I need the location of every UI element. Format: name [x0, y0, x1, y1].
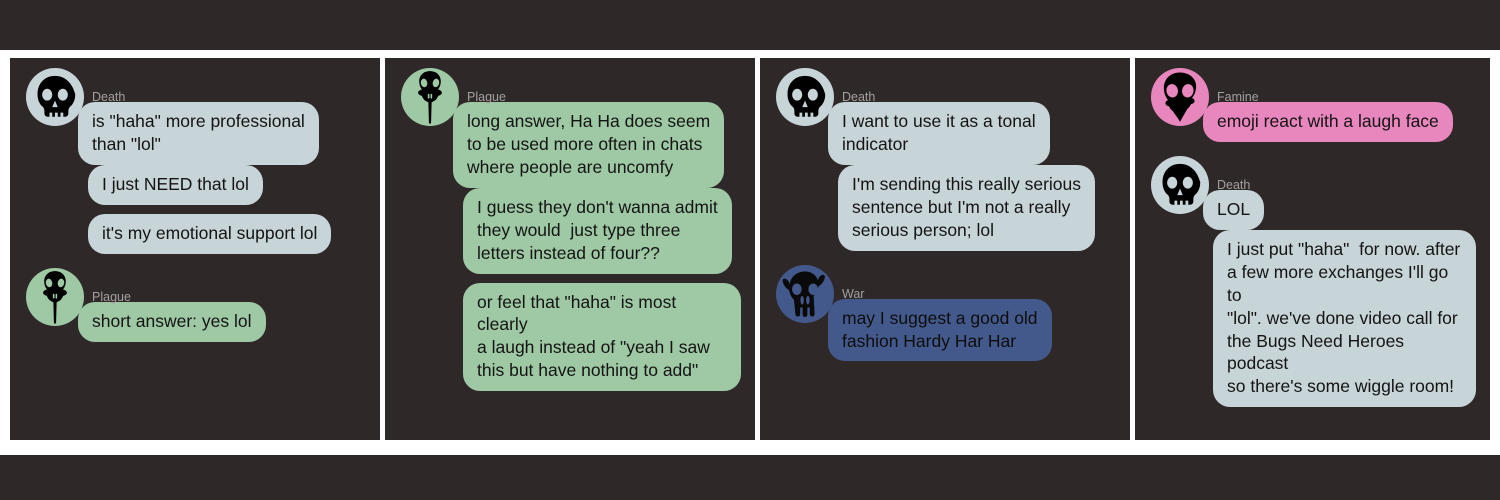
message-row: Death I want to use it as a tonal indicat… [776, 68, 1116, 165]
message-bubble[interactable]: I want to use it as a tonal indicator [828, 102, 1050, 165]
avatar-death[interactable] [1151, 155, 1209, 214]
sender-name: Plague [467, 90, 506, 104]
bottom-divider [0, 440, 1500, 455]
message-row: Death LOL [1151, 155, 1476, 230]
message-bubble[interactable]: I just put "haha" for now. after a few m… [1213, 229, 1476, 408]
message-bubble[interactable]: long answer, Ha Ha does seem to be used … [453, 102, 725, 188]
chat-panel-4: Famine emoji react with a laugh face Death… [1135, 58, 1490, 440]
message-bubble[interactable]: LOL [1203, 189, 1265, 230]
message-row: or feel that "haha" is most clearly a la… [401, 282, 741, 392]
message-row: Death is "haha" more professional than "l… [26, 68, 366, 165]
message-row: Plague long answer, Ha Ha does seem to be… [401, 68, 741, 188]
message-bubble[interactable]: may I suggest a good old fashion Hardy H… [828, 298, 1052, 362]
avatar-death[interactable] [776, 68, 834, 126]
message-row: I guess they don't wanna admit they woul… [401, 187, 741, 274]
avatar-death[interactable] [26, 68, 84, 126]
crow-skull-icon [1158, 71, 1202, 123]
bird-skull-icon [410, 70, 450, 124]
message-bubble[interactable]: I just NEED that lol [88, 164, 263, 205]
sender-name: War [842, 286, 865, 301]
human-skull-icon [32, 74, 78, 120]
message-row: Famine emoji react with a laugh face [1151, 68, 1476, 142]
message-bubble[interactable]: or feel that "haha" is most clearly a la… [463, 282, 741, 392]
avatar-plague[interactable] [26, 267, 84, 326]
human-skull-icon [1157, 162, 1203, 208]
message-bubble[interactable]: emoji react with a laugh face [1203, 102, 1453, 142]
sender-name: Death [842, 90, 876, 104]
screenshot-root: Death is "haha" more professional than "l… [0, 0, 1500, 500]
message-bubble[interactable]: it's my emotional support lol [88, 213, 332, 254]
message-row: I just put "haha" for now. after a few m… [1151, 229, 1476, 408]
message-bubble[interactable]: is "haha" more professional than "lol" [78, 102, 319, 165]
sender-name: Death [1217, 177, 1251, 192]
message-row: I just NEED that lol [26, 164, 366, 205]
message-row: Plague short answer: yes lol [26, 267, 366, 342]
message-row: I'm sending this really serious sentence… [776, 164, 1116, 251]
avatar-plague[interactable] [401, 68, 459, 126]
message-bubble[interactable]: short answer: yes lol [78, 301, 266, 342]
sender-name: Famine [1217, 90, 1259, 104]
sender-name: Death [92, 90, 126, 104]
bird-skull-icon [35, 270, 75, 324]
human-skull-icon [782, 74, 828, 120]
message-bubble[interactable]: I'm sending this really serious sentence… [838, 164, 1095, 251]
message-row: it's my emotional support lol [26, 213, 366, 254]
conversation-panels: Death is "haha" more professional than "l… [0, 50, 1500, 455]
chat-panel-3: Death I want to use it as a tonal indicat… [760, 58, 1130, 440]
message-row: War may I suggest a good old fashion Hard… [776, 264, 1116, 362]
avatar-famine[interactable] [1151, 68, 1209, 126]
chat-panel-2: Plague long answer, Ha Ha does seem to be… [385, 58, 755, 440]
avatar-war[interactable] [776, 264, 834, 323]
sender-name: Plague [92, 289, 131, 304]
chat-panel-1: Death is "haha" more professional than "l… [10, 58, 380, 440]
animal-skull-icon [781, 269, 829, 319]
message-bubble[interactable]: I guess they don't wanna admit they woul… [463, 187, 732, 274]
